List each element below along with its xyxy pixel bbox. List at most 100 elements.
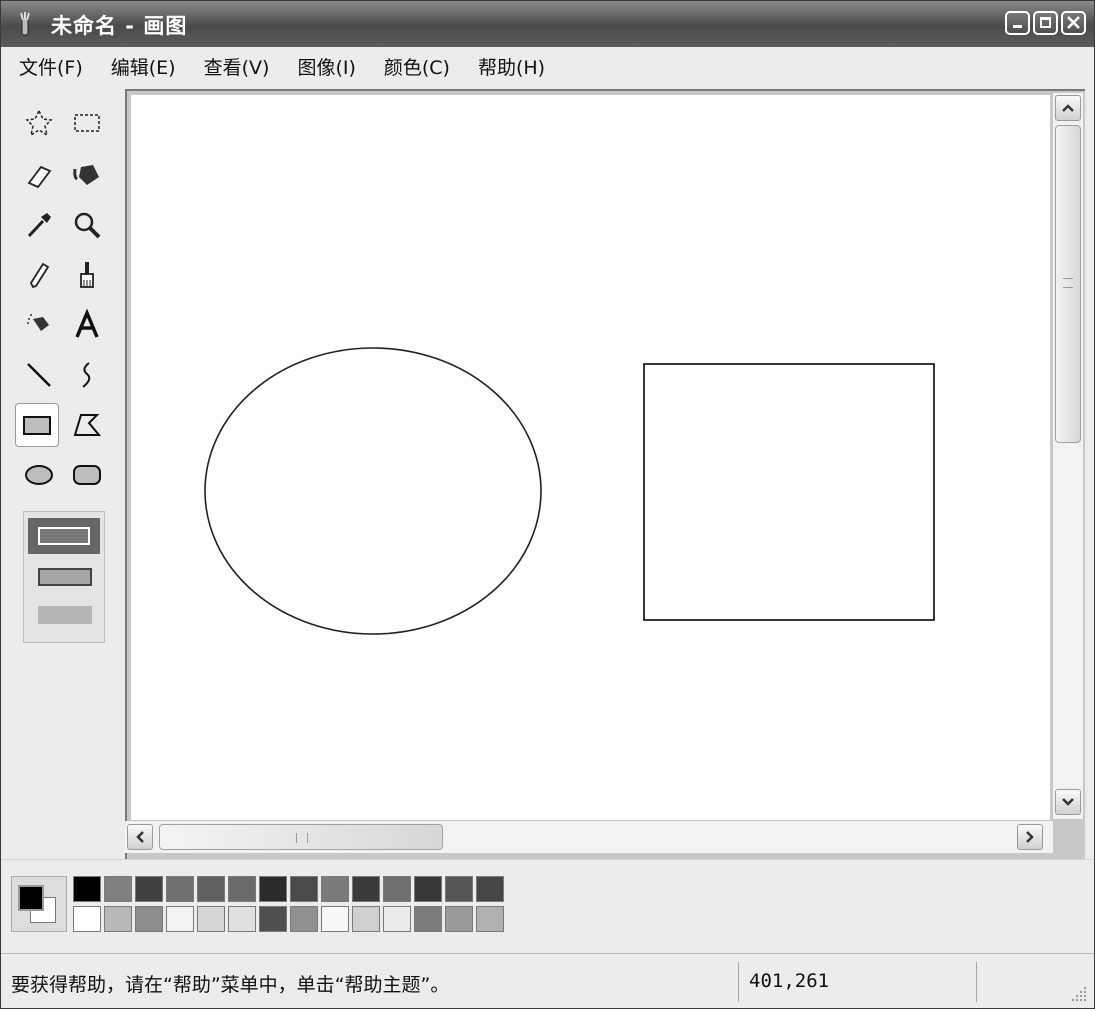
rect-select-tool[interactable] (65, 101, 109, 145)
status-bar: 要获得帮助，请在“帮助”菜单中，单击“帮助主题”。 401,261 (1, 953, 1094, 1008)
eraser-tool[interactable] (17, 153, 61, 197)
current-colors[interactable] (11, 876, 67, 932)
airbrush-tool[interactable] (17, 303, 61, 347)
color-picker-tool[interactable] (17, 203, 61, 247)
grip-icon (1063, 278, 1073, 288)
drawing-canvas[interactable] (131, 95, 1050, 820)
eraser-icon (27, 165, 52, 189)
line-tool-icon (27, 363, 51, 387)
foreground-color-box (18, 885, 44, 911)
color-palette (1, 859, 1094, 950)
palette-swatch[interactable] (290, 876, 318, 902)
chevron-up-icon (1062, 104, 1074, 112)
palette-swatch[interactable] (135, 906, 163, 932)
ellipse-tool[interactable] (17, 453, 61, 497)
chevron-left-icon (136, 831, 144, 843)
menu-view[interactable]: 查看(V) (204, 53, 270, 80)
status-divider (976, 962, 977, 1002)
color-picker-icon (27, 213, 51, 238)
palette-swatch[interactable] (73, 906, 101, 932)
palette-swatch[interactable] (414, 906, 442, 932)
palette-swatch[interactable] (166, 906, 194, 932)
palette-swatch[interactable] (383, 876, 411, 902)
magnifier-tool[interactable] (65, 203, 109, 247)
menu-file[interactable]: 文件(F) (19, 53, 83, 80)
palette-swatch[interactable] (228, 876, 256, 902)
rounded-rect-tool[interactable] (65, 453, 109, 497)
minimize-button[interactable] (1005, 11, 1030, 35)
close-button[interactable] (1061, 11, 1086, 35)
palette-swatch[interactable] (476, 876, 504, 902)
status-help-text: 要获得帮助，请在“帮助”菜单中，单击“帮助主题”。 (11, 974, 450, 996)
maximize-icon (1040, 17, 1051, 28)
polygon-tool-icon (73, 414, 102, 436)
option-fill-only[interactable] (38, 606, 92, 624)
pencil-icon (29, 262, 50, 289)
menu-edit[interactable]: 编辑(E) (111, 53, 176, 80)
scroll-right-button[interactable] (1017, 824, 1043, 850)
ellipse-tool-icon (25, 465, 53, 485)
paint-window: 未命名 - 画图 文件(F) 编辑(E) 查看(V) 图像(I) 颜色(C) 帮… (0, 0, 1095, 1009)
chevron-down-icon (1062, 798, 1074, 806)
rounded-rect-tool-icon (73, 465, 101, 485)
tool-options-box (23, 511, 105, 643)
vertical-scrollbar[interactable] (1053, 93, 1083, 819)
palette-swatch[interactable] (321, 906, 349, 932)
magnifier-icon (74, 212, 101, 239)
palette-swatch[interactable] (259, 876, 287, 902)
option-outline-only[interactable] (28, 518, 100, 554)
option-outline-and-fill[interactable] (38, 568, 92, 586)
menu-bar: 文件(F) 编辑(E) 查看(V) 图像(I) 颜色(C) 帮助(H) (1, 47, 1094, 85)
grip-icon (296, 833, 308, 843)
maximize-button[interactable] (1033, 11, 1058, 35)
palette-swatch[interactable] (352, 906, 380, 932)
palette-swatch[interactable] (290, 906, 318, 932)
free-form-select-tool[interactable] (17, 101, 61, 145)
palette-swatch[interactable] (352, 876, 380, 902)
brush-tool[interactable] (65, 253, 109, 297)
airbrush-icon (27, 314, 49, 331)
vertical-scroll-thumb[interactable] (1055, 125, 1081, 443)
line-tool[interactable] (17, 353, 61, 397)
menu-colors[interactable]: 颜色(C) (384, 53, 450, 80)
status-divider (738, 962, 739, 1002)
chevron-right-icon (1026, 831, 1034, 843)
palette-swatch[interactable] (414, 876, 442, 902)
palette-swatch[interactable] (228, 906, 256, 932)
fill-bucket-icon (73, 165, 99, 185)
pencil-tool[interactable] (17, 253, 61, 297)
curve-tool-icon (82, 362, 91, 388)
resize-grip-icon[interactable] (1070, 985, 1088, 1003)
horizontal-scrollbar[interactable] (125, 821, 1053, 853)
horizontal-scroll-thumb[interactable] (159, 824, 443, 850)
text-tool[interactable] (65, 303, 109, 347)
minimize-icon (1013, 25, 1022, 28)
curve-tool[interactable] (65, 353, 109, 397)
palette-swatch[interactable] (104, 876, 132, 902)
palette-swatch[interactable] (445, 876, 473, 902)
palette-swatch[interactable] (259, 906, 287, 932)
palette-swatch[interactable] (383, 906, 411, 932)
toolbox (9, 91, 121, 851)
palette-swatch[interactable] (73, 876, 101, 902)
scroll-up-button[interactable] (1055, 95, 1081, 121)
palette-swatch[interactable] (197, 876, 225, 902)
menu-image[interactable]: 图像(I) (297, 53, 355, 80)
palette-swatch[interactable] (445, 906, 473, 932)
paint-app-icon (20, 12, 30, 36)
menu-help[interactable]: 帮助(H) (478, 53, 545, 80)
palette-swatch[interactable] (321, 876, 349, 902)
brush-icon (80, 262, 94, 288)
scroll-left-button[interactable] (127, 824, 153, 850)
palette-swatch[interactable] (197, 906, 225, 932)
palette-swatch[interactable] (476, 906, 504, 932)
palette-swatch[interactable] (104, 906, 132, 932)
rectangle-tool[interactable] (15, 403, 59, 447)
scroll-down-button[interactable] (1055, 789, 1081, 815)
palette-swatch[interactable] (135, 876, 163, 902)
drawn-ellipse (204, 347, 542, 635)
palette-swatch[interactable] (166, 876, 194, 902)
fill-bucket-tool[interactable] (65, 153, 109, 197)
polygon-tool[interactable] (65, 403, 109, 447)
title-bar[interactable]: 未命名 - 画图 (1, 1, 1094, 47)
